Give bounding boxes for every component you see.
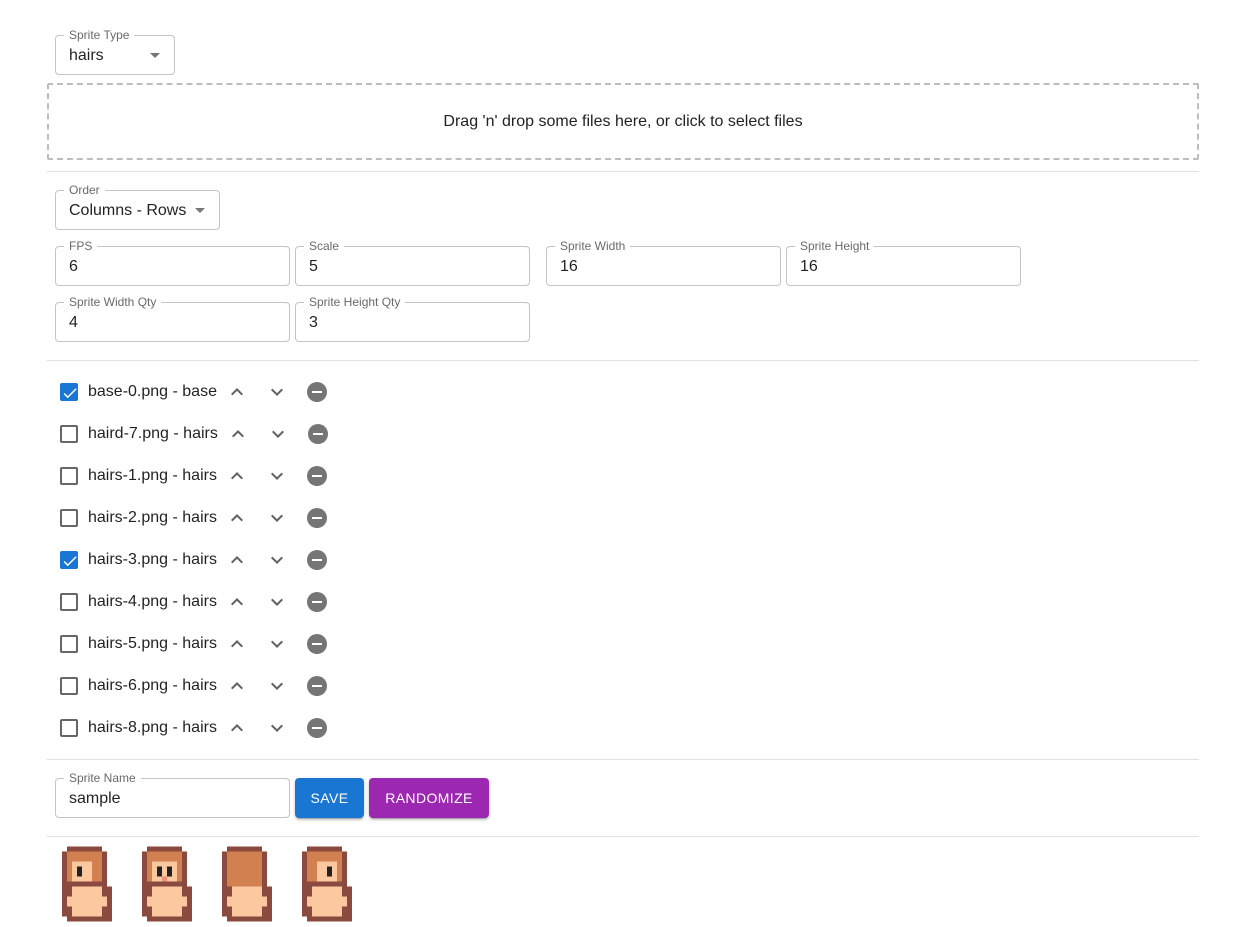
file-checkbox[interactable]	[60, 551, 78, 569]
chevron-down-icon[interactable]	[265, 380, 289, 404]
file-name: base-0.png - base	[88, 383, 217, 400]
chevron-up-icon[interactable]	[225, 464, 249, 488]
sprite-type-value: hairs	[69, 47, 104, 64]
file-checkbox[interactable]	[60, 593, 78, 611]
remove-circle-icon[interactable]	[305, 674, 329, 698]
sprite-height-qty-field[interactable]: Sprite Height Qty 3	[295, 295, 530, 342]
chevron-up-icon[interactable]	[225, 632, 249, 656]
fps-label: FPS	[64, 239, 98, 253]
chevron-up-icon[interactable]	[225, 590, 249, 614]
file-row: hairs-8.png - hairs	[57, 713, 357, 743]
file-name: haird-7.png - hairs	[88, 425, 218, 442]
divider	[47, 759, 1199, 760]
sprite-name-label: Sprite Name	[64, 771, 141, 785]
sprite-frame-front	[137, 846, 197, 922]
sprite-height-field[interactable]: Sprite Height 16	[786, 239, 1021, 286]
chevron-down-icon[interactable]	[266, 422, 290, 446]
sprite-width-field[interactable]: Sprite Width 16	[546, 239, 781, 286]
sprite-frame-side-left	[57, 846, 117, 922]
file-row: hairs-4.png - hairs	[57, 587, 357, 617]
check-icon	[63, 388, 77, 399]
file-checkbox[interactable]	[60, 635, 78, 653]
file-checkbox[interactable]	[60, 509, 78, 527]
sprite-height-qty-label: Sprite Height Qty	[304, 295, 406, 309]
divider	[47, 360, 1199, 361]
chevron-down-icon[interactable]	[265, 590, 289, 614]
file-row: hairs-6.png - hairs	[57, 671, 357, 701]
remove-circle-icon[interactable]	[306, 422, 330, 446]
sprite-width-label: Sprite Width	[555, 239, 631, 253]
check-icon	[63, 556, 77, 567]
save-button[interactable]: SAVE	[295, 778, 364, 818]
sprite-type-label: Sprite Type	[64, 28, 135, 42]
scale-value: 5	[309, 258, 318, 275]
order-label: Order	[64, 183, 105, 197]
file-row: base-0.png - base	[57, 377, 357, 407]
sprite-height-qty-value: 3	[309, 314, 318, 331]
order-value: Columns - Rows	[69, 202, 187, 219]
file-name: hairs-6.png - hairs	[88, 677, 217, 694]
sprite-frame-side-right	[297, 846, 357, 922]
chevron-up-icon[interactable]	[225, 716, 249, 740]
file-checkbox[interactable]	[60, 467, 78, 485]
file-name: hairs-1.png - hairs	[88, 467, 217, 484]
sprite-width-value: 16	[560, 258, 578, 275]
sprite-type-select[interactable]: Sprite Type hairs	[55, 28, 175, 75]
remove-circle-icon[interactable]	[305, 506, 329, 530]
chevron-down-icon[interactable]	[265, 548, 289, 572]
chevron-down-icon[interactable]	[265, 506, 289, 530]
chevron-up-icon[interactable]	[225, 674, 249, 698]
randomize-button[interactable]: RANDOMIZE	[369, 778, 489, 818]
file-row: hairs-1.png - hairs	[57, 461, 357, 491]
remove-circle-icon[interactable]	[305, 716, 329, 740]
file-name: hairs-3.png - hairs	[88, 551, 217, 568]
file-name: hairs-5.png - hairs	[88, 635, 217, 652]
chevron-down-icon[interactable]	[265, 464, 289, 488]
sprite-name-field[interactable]: Sprite Name sample	[55, 771, 290, 818]
chevron-up-icon[interactable]	[225, 380, 249, 404]
file-row: hairs-3.png - hairs	[57, 545, 357, 575]
dropzone-text: Drag 'n' drop some files here, or click …	[443, 112, 803, 130]
file-row: hairs-2.png - hairs	[57, 503, 357, 533]
remove-circle-icon[interactable]	[305, 590, 329, 614]
file-name: hairs-8.png - hairs	[88, 719, 217, 736]
chevron-down-icon[interactable]	[265, 674, 289, 698]
sprite-name-value: sample	[69, 790, 121, 807]
sprite-width-qty-value: 4	[69, 314, 78, 331]
sprite-width-qty-field[interactable]: Sprite Width Qty 4	[55, 295, 290, 342]
file-checkbox[interactable]	[60, 719, 78, 737]
remove-circle-icon[interactable]	[305, 632, 329, 656]
sprite-width-qty-label: Sprite Width Qty	[64, 295, 162, 309]
file-checkbox[interactable]	[60, 677, 78, 695]
sprite-height-value: 16	[800, 258, 818, 275]
chevron-down-icon[interactable]	[265, 716, 289, 740]
sprite-frame-back	[217, 846, 277, 922]
chevron-up-icon[interactable]	[225, 506, 249, 530]
caret-down-icon	[195, 208, 205, 213]
chevron-up-icon[interactable]	[226, 422, 250, 446]
file-name: hairs-2.png - hairs	[88, 509, 217, 526]
order-select[interactable]: Order Columns - Rows	[55, 183, 220, 230]
sprite-height-label: Sprite Height	[795, 239, 875, 253]
remove-circle-icon[interactable]	[305, 548, 329, 572]
caret-down-icon	[150, 53, 160, 58]
scale-label: Scale	[304, 239, 345, 253]
fps-field[interactable]: FPS 6	[55, 239, 290, 286]
file-row: haird-7.png - hairs	[57, 419, 357, 449]
fps-value: 6	[69, 258, 78, 275]
file-row: hairs-5.png - hairs	[57, 629, 357, 659]
file-checkbox[interactable]	[60, 425, 78, 443]
file-dropzone[interactable]: Drag 'n' drop some files here, or click …	[47, 83, 1199, 160]
chevron-up-icon[interactable]	[225, 548, 249, 572]
chevron-down-icon[interactable]	[265, 632, 289, 656]
scale-field[interactable]: Scale 5	[295, 239, 530, 286]
file-checkbox[interactable]	[60, 383, 78, 401]
divider	[47, 171, 1199, 172]
remove-circle-icon[interactable]	[305, 380, 329, 404]
file-name: hairs-4.png - hairs	[88, 593, 217, 610]
divider	[47, 836, 1199, 837]
remove-circle-icon[interactable]	[305, 464, 329, 488]
